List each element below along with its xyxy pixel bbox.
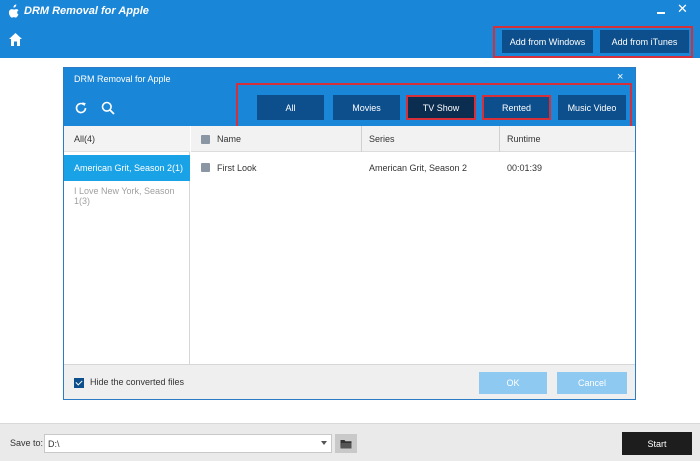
hide-converted-checkbox[interactable] xyxy=(74,378,84,388)
filter-all-button[interactable]: All xyxy=(257,95,324,120)
add-files-dialog: DRM Removal for Apple × All Movies TV Sh… xyxy=(63,67,636,400)
dialog-header: DRM Removal for Apple × All Movies TV Sh… xyxy=(64,68,635,133)
hide-converted-label[interactable]: Hide the converted files xyxy=(90,377,184,387)
dialog-title: DRM Removal for Apple xyxy=(74,74,171,84)
app-title: DRM Removal for Apple xyxy=(24,5,149,17)
minimize-icon[interactable] xyxy=(656,4,668,16)
row-checkbox[interactable] xyxy=(201,163,210,172)
filter-rented-button[interactable]: Rented xyxy=(482,95,551,120)
add-from-windows-button[interactable]: Add from Windows xyxy=(502,30,593,53)
cancel-button[interactable]: Cancel xyxy=(557,372,627,394)
folder-icon xyxy=(340,440,352,449)
start-button[interactable]: Start xyxy=(622,432,692,455)
browse-folder-button[interactable] xyxy=(335,434,357,453)
title-bar: DRM Removal for Apple ✕ Add from Windows… xyxy=(0,0,700,58)
output-path-select[interactable]: D:\ xyxy=(44,434,332,453)
apple-logo-icon xyxy=(8,4,19,18)
add-from-itunes-button[interactable]: Add from iTunes xyxy=(600,30,689,53)
dialog-close-icon[interactable]: × xyxy=(617,72,623,83)
sidebar-item-i-love-new-york[interactable]: I Love New York, Season 1(3) xyxy=(64,183,190,209)
filter-music-video-button[interactable]: Music Video xyxy=(558,95,626,120)
refresh-icon[interactable] xyxy=(74,101,88,115)
column-header-name[interactable]: Name xyxy=(217,126,241,152)
row-name: First Look xyxy=(217,163,257,173)
chevron-down-icon[interactable] xyxy=(321,441,327,445)
close-icon[interactable]: ✕ xyxy=(677,2,688,16)
category-sidebar: All(4) American Grit, Season 2(1) I Love… xyxy=(64,126,190,364)
column-header-series[interactable]: Series xyxy=(369,126,395,152)
file-table: Name Series Runtime First Look American … xyxy=(191,126,635,364)
sidebar-item-american-grit[interactable]: American Grit, Season 2(1) xyxy=(64,155,190,181)
sidebar-item-all[interactable]: All(4) xyxy=(64,126,190,152)
row-runtime: 00:01:39 xyxy=(507,163,543,173)
row-series: American Grit, Season 2 xyxy=(369,163,468,173)
select-all-checkbox[interactable] xyxy=(201,135,210,144)
bottom-bar: Save to: D:\ Start xyxy=(0,423,700,461)
filter-tv-show-button[interactable]: TV Show xyxy=(406,95,476,120)
search-icon[interactable] xyxy=(101,101,115,115)
column-divider xyxy=(499,126,500,152)
ok-button[interactable]: OK xyxy=(479,372,547,394)
filter-movies-button[interactable]: Movies xyxy=(333,95,400,120)
column-header-runtime[interactable]: Runtime xyxy=(507,126,541,152)
dialog-footer: Hide the converted files OK Cancel xyxy=(64,364,635,399)
home-icon[interactable] xyxy=(8,32,23,47)
table-header: Name Series Runtime xyxy=(191,126,635,152)
save-to-label: Save to: xyxy=(10,438,44,448)
column-divider xyxy=(361,126,362,152)
